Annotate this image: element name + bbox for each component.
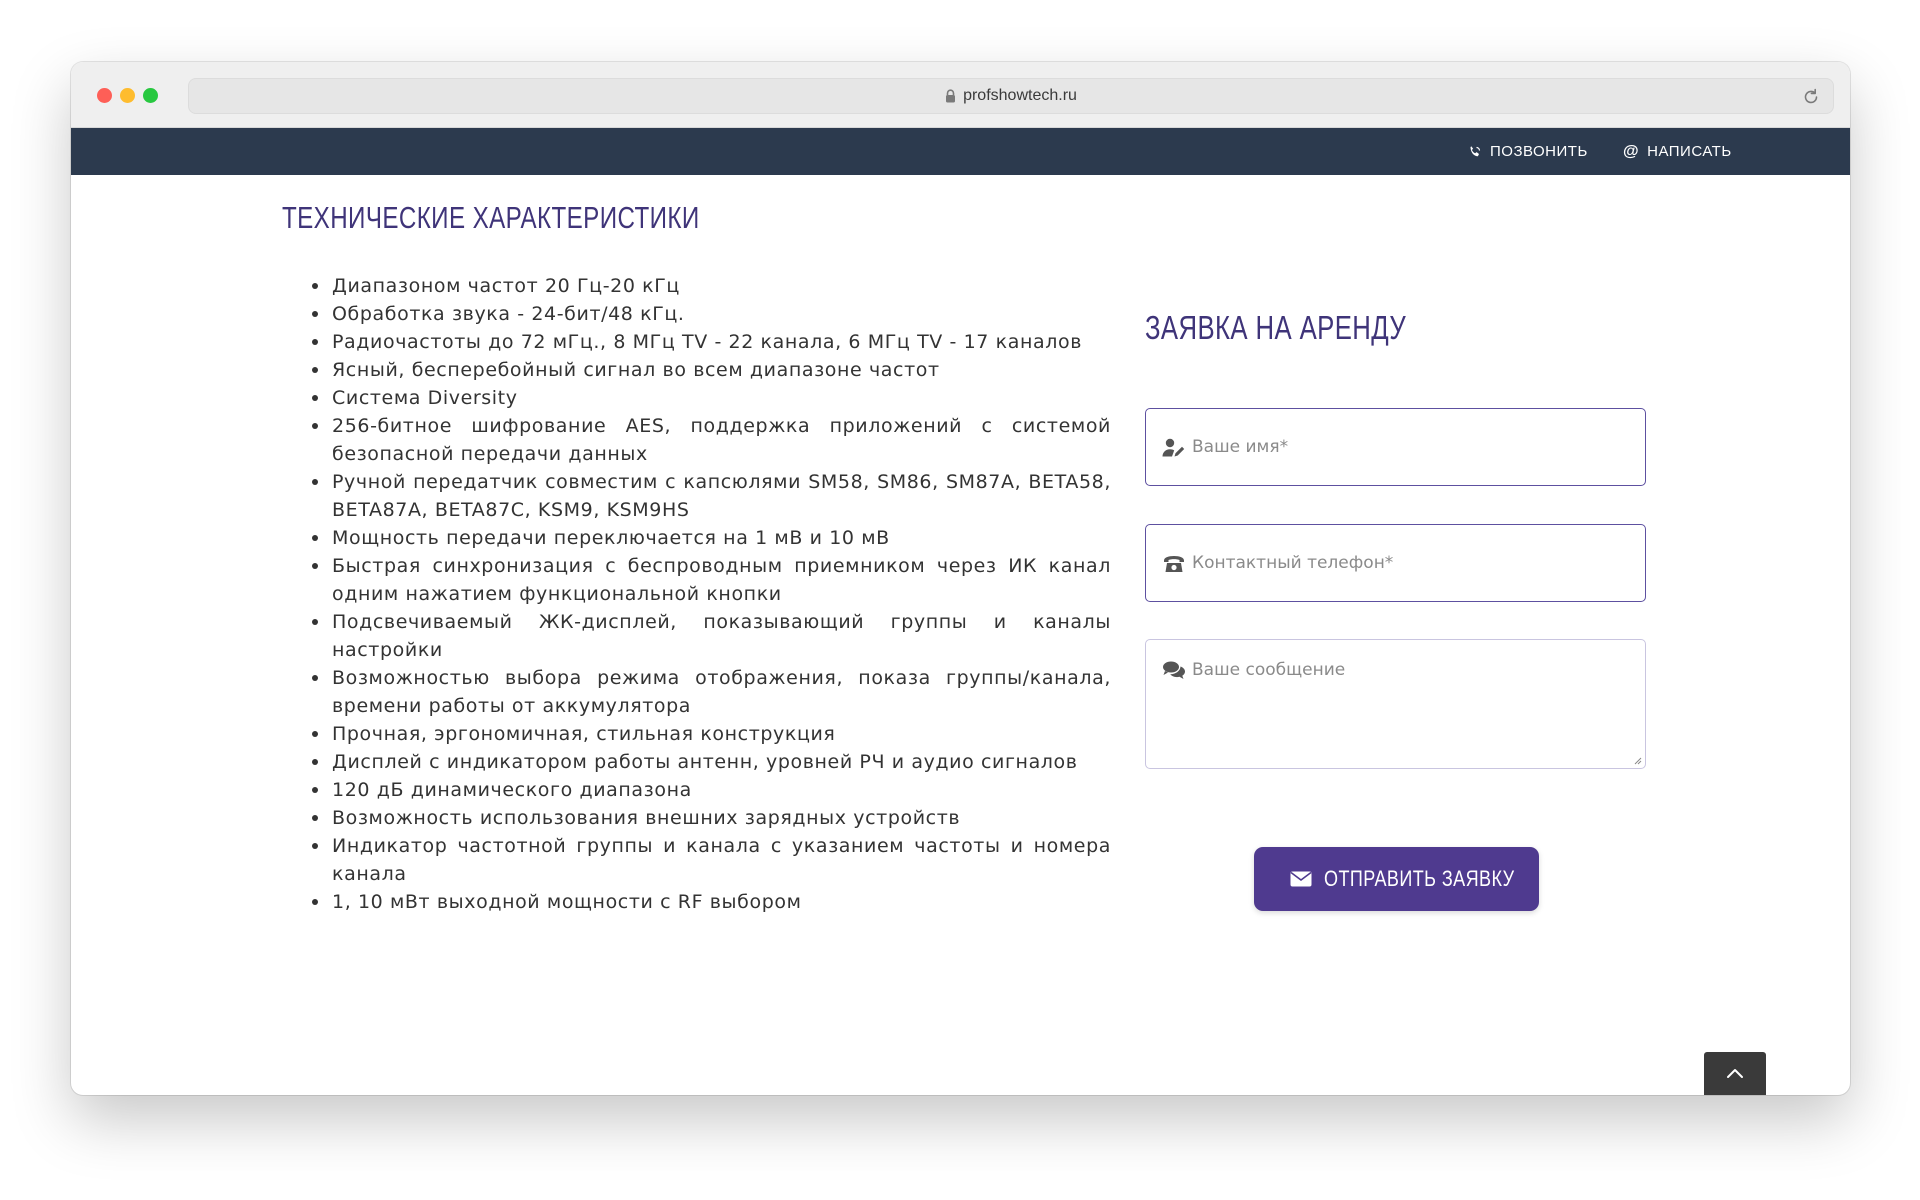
call-link-label: ПОЗВОНИТЬ [1490,143,1588,160]
reload-icon[interactable] [1801,87,1821,107]
name-field[interactable]: Ваше имя* [1145,408,1646,486]
resize-grip-icon[interactable] [1632,755,1642,765]
phone-field[interactable]: Контактный телефон* [1145,524,1646,602]
spec-item: Ручной передатчик совместим с капсюлями … [312,468,1111,524]
write-link-label: НАПИСАТЬ [1647,143,1732,160]
spec-item: 120 дБ динамического диапазона [312,776,1111,804]
submit-request-button[interactable]: ОТПРАВИТЬ ЗАЯВКУ [1254,847,1539,911]
close-window-button[interactable] [97,88,112,103]
specs-list: Диапазоном частот 20 Гц-20 кГц Обработка… [312,272,1111,916]
telephone-icon [1164,556,1184,572]
write-link[interactable]: @ НАПИСАТЬ [1623,128,1732,175]
user-edit-icon [1162,438,1185,457]
spec-item: Ясный, бесперебойный сигнал во всем диап… [312,356,1111,384]
scroll-to-top-button[interactable] [1704,1052,1766,1095]
browser-window: profshowtech.ru ПОЗВОНИТЬ @ НАПИСАТЬ ТЕХ… [71,62,1850,1095]
envelope-icon [1290,871,1311,887]
at-icon: @ [1623,142,1640,160]
specs-heading: ТЕХНИЧЕСКИЕ ХАРАКТЕРИСТИКИ [282,200,700,235]
address-bar-url: profshowtech.ru [963,87,1077,104]
lock-icon [946,89,956,103]
spec-item: Возможность использования внешних зарядн… [312,804,1111,832]
spec-item: Система Diversity [312,384,1111,412]
spec-item: Диапазоном частот 20 Гц-20 кГц [312,272,1111,300]
spec-item: Радиочастоты до 72 мГц., 8 МГц TV - 22 к… [312,328,1111,356]
phone-placeholder: Контактный телефон* [1192,553,1394,573]
rental-form-heading: ЗАЯВКА НА АРЕНДУ [1145,309,1407,346]
spec-item: 256-битное шифрование AES, поддержка при… [312,412,1111,468]
spec-item: Возможностью выбора режима отображения, … [312,664,1111,720]
name-placeholder: Ваше имя* [1192,437,1289,457]
browser-titlebar: profshowtech.ru [71,62,1850,128]
phone-call-icon [1470,145,1481,156]
comments-icon [1163,661,1185,679]
minimize-window-button[interactable] [120,88,135,103]
spec-item: Обработка звука - 24-бит/48 кГц. [312,300,1111,328]
spec-item: Быстрая синхронизация с беспроводным при… [312,552,1111,608]
call-link[interactable]: ПОЗВОНИТЬ [1468,128,1588,175]
chevron-up-icon [1727,1069,1743,1078]
spec-item: Мощность передачи переключается на 1 мВ … [312,524,1111,552]
top-navigation: ПОЗВОНИТЬ @ НАПИСАТЬ [71,128,1850,175]
zoom-window-button[interactable] [143,88,158,103]
message-placeholder: Ваше сообщение [1192,660,1346,680]
spec-item: Прочная, эргономичная, стильная конструк… [312,720,1111,748]
submit-request-label: ОТПРАВИТЬ ЗАЯВКУ [1323,866,1514,891]
spec-item: Индикатор частотной группы и канала с ук… [312,832,1111,888]
spec-item: Дисплей с индикатором работы антенн, уро… [312,748,1111,776]
address-bar[interactable]: profshowtech.ru [188,78,1834,114]
spec-item: Подсвечиваемый ЖК-дисплей, показывающий … [312,608,1111,664]
spec-item: 1, 10 мВт выходной мощности с RF выбором [312,888,1111,916]
message-field[interactable]: Ваше сообщение [1145,639,1646,769]
